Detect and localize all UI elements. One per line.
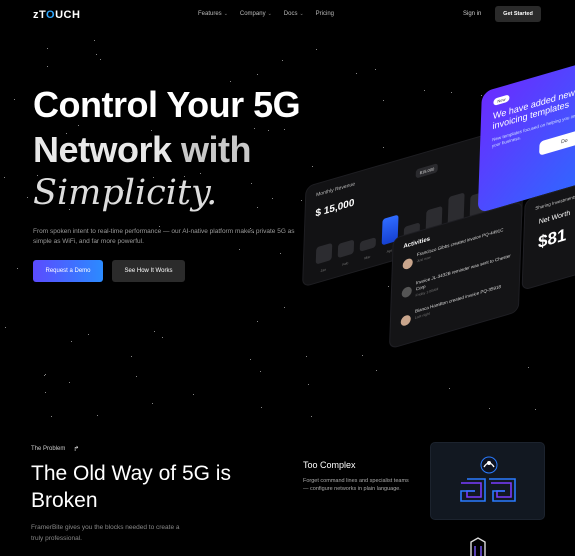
star (88, 334, 89, 335)
hero-title-italic: Simplicity. (33, 173, 218, 213)
request-demo-button[interactable]: Request a Demo (33, 260, 103, 282)
too-complex-title: Too Complex (303, 460, 356, 470)
nav-item-features[interactable]: Features ⌄ (198, 11, 228, 17)
star (311, 416, 312, 417)
star (251, 183, 252, 184)
month-label: Jan (320, 267, 327, 274)
net-worth-label: Net Worth (538, 209, 571, 226)
revenue-bar (359, 237, 377, 252)
return-arrow-icon: ↱ (73, 446, 80, 453)
star (250, 359, 251, 360)
star (96, 54, 97, 55)
sharing-investments-label: Sharing Investments (535, 193, 575, 211)
hero-title: Control Your 5G Network with (33, 82, 301, 172)
avatar (402, 257, 413, 271)
hero-title-line-2: Network with (33, 129, 252, 170)
star (131, 356, 132, 357)
see-how-it-works-button[interactable]: See How It Works (112, 260, 185, 282)
star (376, 370, 377, 371)
avatar (401, 285, 412, 299)
star (284, 307, 285, 308)
hero-subtitle: From spoken intent to real-time performa… (33, 228, 295, 245)
star (449, 388, 450, 389)
nav-item-company[interactable]: Company ⌄ (240, 11, 272, 17)
star (45, 392, 46, 393)
avatar (400, 314, 411, 328)
problem-title: The Old Way of 5G is Broken (31, 462, 231, 512)
star (239, 249, 240, 250)
revenue-tooltip: $15,000 (415, 162, 439, 179)
star (14, 99, 15, 100)
star (272, 198, 273, 199)
star (51, 416, 52, 417)
star (308, 384, 309, 385)
month-label: Feb (342, 261, 349, 267)
star (5, 327, 6, 328)
dashboard-mockup: Monthly Revenue $ 15,000 $15,000 Jan Feb M… (289, 0, 575, 383)
star (69, 382, 70, 383)
star (97, 415, 98, 416)
star (94, 40, 95, 41)
nav-item-docs[interactable]: Docs ⌄ (284, 11, 304, 17)
star (257, 74, 258, 75)
hero-title-line-1: Control Your 5G (33, 84, 301, 125)
star (44, 375, 45, 376)
nav-item-pricing[interactable]: Pricing (316, 11, 334, 17)
star (47, 66, 48, 67)
new-badge: New (493, 94, 510, 106)
star (257, 321, 258, 322)
nav-links: Features ⌄ Company ⌄ Docs ⌄ Pricing (198, 11, 334, 17)
star (535, 409, 536, 410)
network-illustration (430, 442, 545, 520)
star (316, 49, 317, 50)
star (136, 376, 137, 377)
star (154, 331, 155, 332)
ztouch-logo[interactable]: zTOUCH (33, 9, 80, 21)
too-complex-description: Forget command lines and specialist team… (303, 478, 409, 492)
star (17, 268, 18, 269)
star (193, 394, 194, 395)
revenue-bar (337, 239, 355, 259)
section-label: The Problem ↱ (31, 446, 80, 453)
star (282, 60, 283, 61)
problem-subtitle: FramerBite gives you the blocks needed t… (31, 524, 180, 542)
network-cables-icon (460, 456, 516, 502)
activities-title: Activities (403, 236, 431, 251)
star (100, 59, 101, 60)
star (27, 197, 28, 198)
star (261, 407, 262, 408)
revenue-value: $ 15,000 (315, 197, 355, 220)
star (4, 177, 5, 178)
star (47, 48, 48, 49)
star (260, 371, 261, 372)
revenue-label: Monthly Revenue (315, 181, 356, 199)
star (162, 337, 163, 338)
star (152, 403, 153, 404)
star (71, 341, 72, 342)
chevron-down-icon: ⌄ (299, 11, 304, 17)
chevron-down-icon: ⌄ (267, 11, 272, 17)
chevron-down-icon: ⌄ (223, 11, 228, 17)
revenue-bar (315, 242, 333, 265)
star (528, 367, 529, 368)
star (45, 374, 46, 375)
building-icon (468, 536, 488, 556)
star (257, 207, 258, 208)
net-worth-value: $81 (537, 224, 567, 253)
star (280, 253, 281, 254)
month-label: Mar (364, 254, 371, 261)
star (489, 408, 490, 409)
